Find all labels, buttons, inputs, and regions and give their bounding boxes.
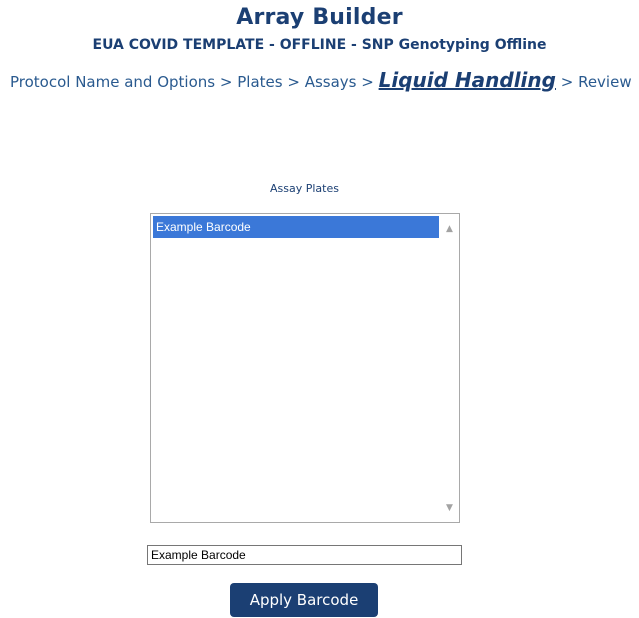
breadcrumb-assays[interactable]: Assays bbox=[305, 73, 357, 91]
protocol-subtitle: EUA COVID TEMPLATE - OFFLINE - SNP Genot… bbox=[92, 37, 547, 53]
breadcrumb-separator: > bbox=[560, 73, 579, 91]
assay-plates-options: Example Barcode bbox=[153, 216, 439, 520]
breadcrumb-separator: > bbox=[361, 73, 379, 91]
breadcrumb: Protocol Name and Options > Plates > Ass… bbox=[10, 68, 639, 92]
breadcrumb-protocol-name-and-options[interactable]: Protocol Name and Options bbox=[10, 73, 215, 91]
breadcrumb-review[interactable]: Review bbox=[578, 73, 632, 91]
breadcrumb-separator: > bbox=[287, 73, 305, 91]
assay-plate-option-selected[interactable]: Example Barcode bbox=[153, 216, 439, 238]
app-title: Array Builder bbox=[236, 5, 403, 30]
triangle-up-icon[interactable]: ▲ bbox=[441, 221, 458, 238]
breadcrumb-plates[interactable]: Plates bbox=[237, 73, 282, 91]
assay-plates-label: Assay Plates bbox=[270, 182, 339, 195]
assay-plates-listbox[interactable]: Example Barcode ▲ ▼ bbox=[150, 213, 460, 523]
triangle-down-icon[interactable]: ▼ bbox=[441, 500, 458, 517]
breadcrumb-separator: > bbox=[219, 73, 238, 91]
listbox-scrollbar[interactable]: ▲ ▼ bbox=[441, 215, 458, 521]
breadcrumb-liquid-handling[interactable]: Liquid Handling bbox=[379, 68, 556, 92]
barcode-input[interactable] bbox=[147, 545, 462, 565]
apply-barcode-button[interactable]: Apply Barcode bbox=[230, 583, 378, 617]
